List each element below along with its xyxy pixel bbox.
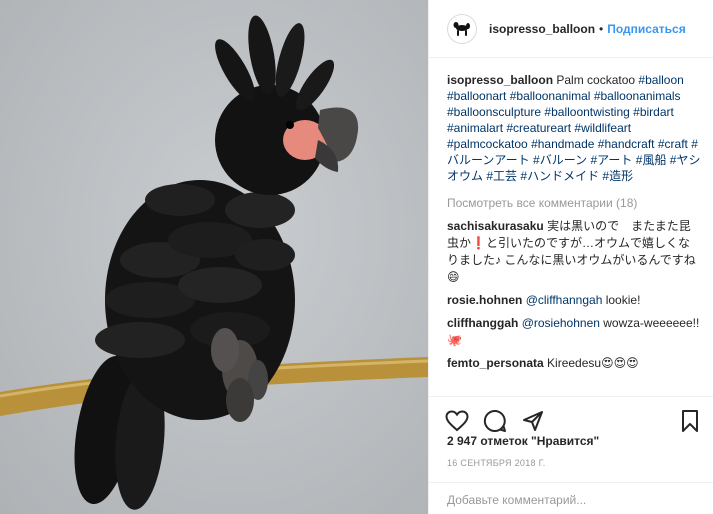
caption-hashtags: #balloon #balloonart #balloonanimal #bal… <box>447 73 700 183</box>
add-comment-input[interactable]: Добавьте комментарий... <box>429 482 713 514</box>
share-icon[interactable] <box>521 409 545 433</box>
hashtag-link[interactable]: #balloonanimals <box>594 89 681 103</box>
post-caption: isopresso_balloon Palm cockatoo #balloon… <box>447 72 701 184</box>
hashtag-link[interactable]: #palmcockatoo <box>447 137 528 151</box>
hashtag-link[interactable]: #creatureart <box>506 121 571 135</box>
comment-username[interactable]: sachisakurasaku <box>447 219 544 233</box>
caption-username[interactable]: isopresso_balloon <box>447 73 553 87</box>
comments-list[interactable]: isopresso_balloon Palm cockatoo #balloon… <box>429 58 713 388</box>
comment-item: sachisakurasaku 実は黒いので またまた昆虫か❗と引いたのですが…… <box>447 218 701 286</box>
header-username[interactable]: isopresso_balloon <box>489 22 595 36</box>
hashtag-link[interactable]: #アート <box>590 153 632 167</box>
hashtag-link[interactable]: #ハンドメイド <box>520 169 599 183</box>
post-header: isopresso_balloon • Подписаться <box>429 0 713 58</box>
hashtag-link[interactable]: #handcraft <box>598 137 655 151</box>
comment-text: Kireedesu😍😍😍 <box>547 356 639 370</box>
hashtag-link[interactable]: #バルーン <box>533 153 587 167</box>
bookmark-icon[interactable] <box>680 409 700 433</box>
comment-username[interactable]: rosie.hohnen <box>447 293 522 307</box>
hashtag-link[interactable]: #wildlifeart <box>574 121 631 135</box>
likes-count[interactable]: 2 947 отметок "Нравится" <box>447 434 599 448</box>
hashtag-link[interactable]: #birdart <box>633 105 674 119</box>
comment-item: rosie.hohnen @cliffhanngah lookie! <box>447 292 701 309</box>
balloon-dog-avatar-icon[interactable] <box>447 13 477 44</box>
comment-text: lookie! <box>602 293 641 307</box>
post-side-panel: isopresso_balloon • Подписаться isopress… <box>428 0 713 514</box>
heart-icon[interactable] <box>445 409 469 432</box>
hashtag-link[interactable]: #animalart <box>447 121 503 135</box>
post-date[interactable]: 16 СЕНТЯБРЯ 2018 Г. <box>447 458 546 468</box>
post-actions-bar <box>429 396 713 436</box>
hashtag-link[interactable]: #造形 <box>602 169 633 183</box>
view-all-comments-link[interactable]: Посмотреть все комментарии (18) <box>447 195 701 211</box>
comment-item: cliffhanggah @rosiehohnen wowza-weeeeee!… <box>447 315 701 349</box>
hashtag-link[interactable]: #balloon <box>638 73 683 87</box>
header-separator: • <box>599 21 604 36</box>
post-photo[interactable] <box>0 0 428 514</box>
comment-username[interactable]: cliffhanggah <box>447 316 518 330</box>
comment-username[interactable]: femto_personata <box>447 356 544 370</box>
follow-button[interactable]: Подписаться <box>607 22 685 36</box>
comment-mention[interactable]: @cliffhanngah <box>526 293 603 307</box>
comment-mention[interactable]: @rosiehohnen <box>522 316 600 330</box>
balloon-cockatoo-image <box>0 15 428 510</box>
comment-bubble-icon[interactable] <box>483 409 507 433</box>
hashtag-link[interactable]: #工芸 <box>486 169 517 183</box>
hashtag-link[interactable]: #balloonsculpture <box>447 105 541 119</box>
caption-text: Palm cockatoo <box>556 73 636 87</box>
comment-item: femto_personata Kireedesu😍😍😍 <box>447 355 701 372</box>
hashtag-link[interactable]: #balloonart <box>447 89 506 103</box>
hashtag-link[interactable]: #balloonanimal <box>510 89 591 103</box>
hashtag-link[interactable]: #craft <box>658 137 688 151</box>
hashtag-link[interactable]: #handmade <box>531 137 594 151</box>
hashtag-link[interactable]: #風船 <box>636 153 667 167</box>
hashtag-link[interactable]: #balloontwisting <box>544 105 629 119</box>
